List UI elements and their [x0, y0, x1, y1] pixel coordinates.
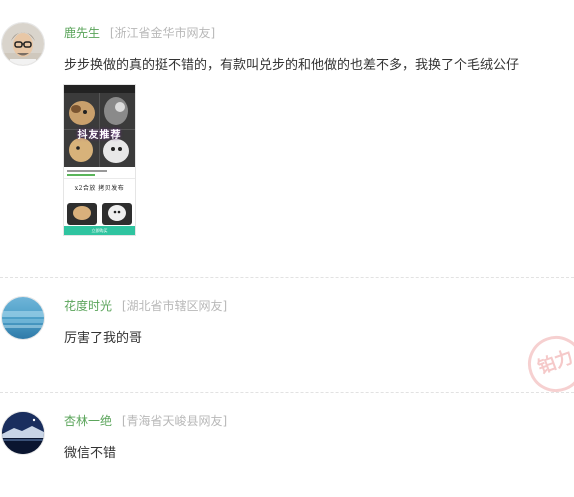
user-avatar[interactable]	[2, 412, 44, 454]
user-avatar[interactable]	[2, 23, 44, 65]
image-banner-text: 抖友推荐	[77, 130, 122, 141]
comment-meta: 杏林一绝 [青海省天峻县网友]	[64, 413, 227, 429]
comment-meta: 鹿先生 [浙江省金华市网友]	[64, 25, 215, 41]
image-caption: x2合放 拷贝发布	[74, 185, 125, 192]
user-location: [青海省天峻县网友]	[121, 414, 228, 428]
comment-item: 杏林一绝 [青海省天峻县网友] 微信不错	[0, 393, 574, 497]
image-buy-button: 立即购买	[64, 226, 135, 235]
comment-item: 鹿先生 [浙江省金华市网友] 步步换做的真的挺不错的，有款叫兑步的和他做的也差不…	[0, 0, 574, 270]
comment-image[interactable]: 抖友推荐 x2合放 拷贝发布 立即购买	[64, 85, 135, 235]
comment-text: 微信不错	[64, 446, 117, 461]
username[interactable]: 花度时光	[64, 299, 112, 313]
user-location: [湖北省市辖区网友]	[121, 299, 228, 313]
comment-text: 步步换做的真的挺不错的，有款叫兑步的和他做的也差不多，我换了个毛绒公仔	[64, 58, 520, 73]
comment-item: 花度时光 [湖北省市辖区网友] 厉害了我的哥	[0, 278, 574, 392]
user-location: [浙江省金华市网友]	[109, 26, 216, 40]
comment-text: 厉害了我的哥	[64, 331, 143, 346]
username[interactable]: 鹿先生	[64, 26, 100, 40]
comment-meta: 花度时光 [湖北省市辖区网友]	[64, 298, 227, 314]
user-avatar[interactable]	[2, 297, 44, 339]
username[interactable]: 杏林一绝	[64, 414, 112, 428]
